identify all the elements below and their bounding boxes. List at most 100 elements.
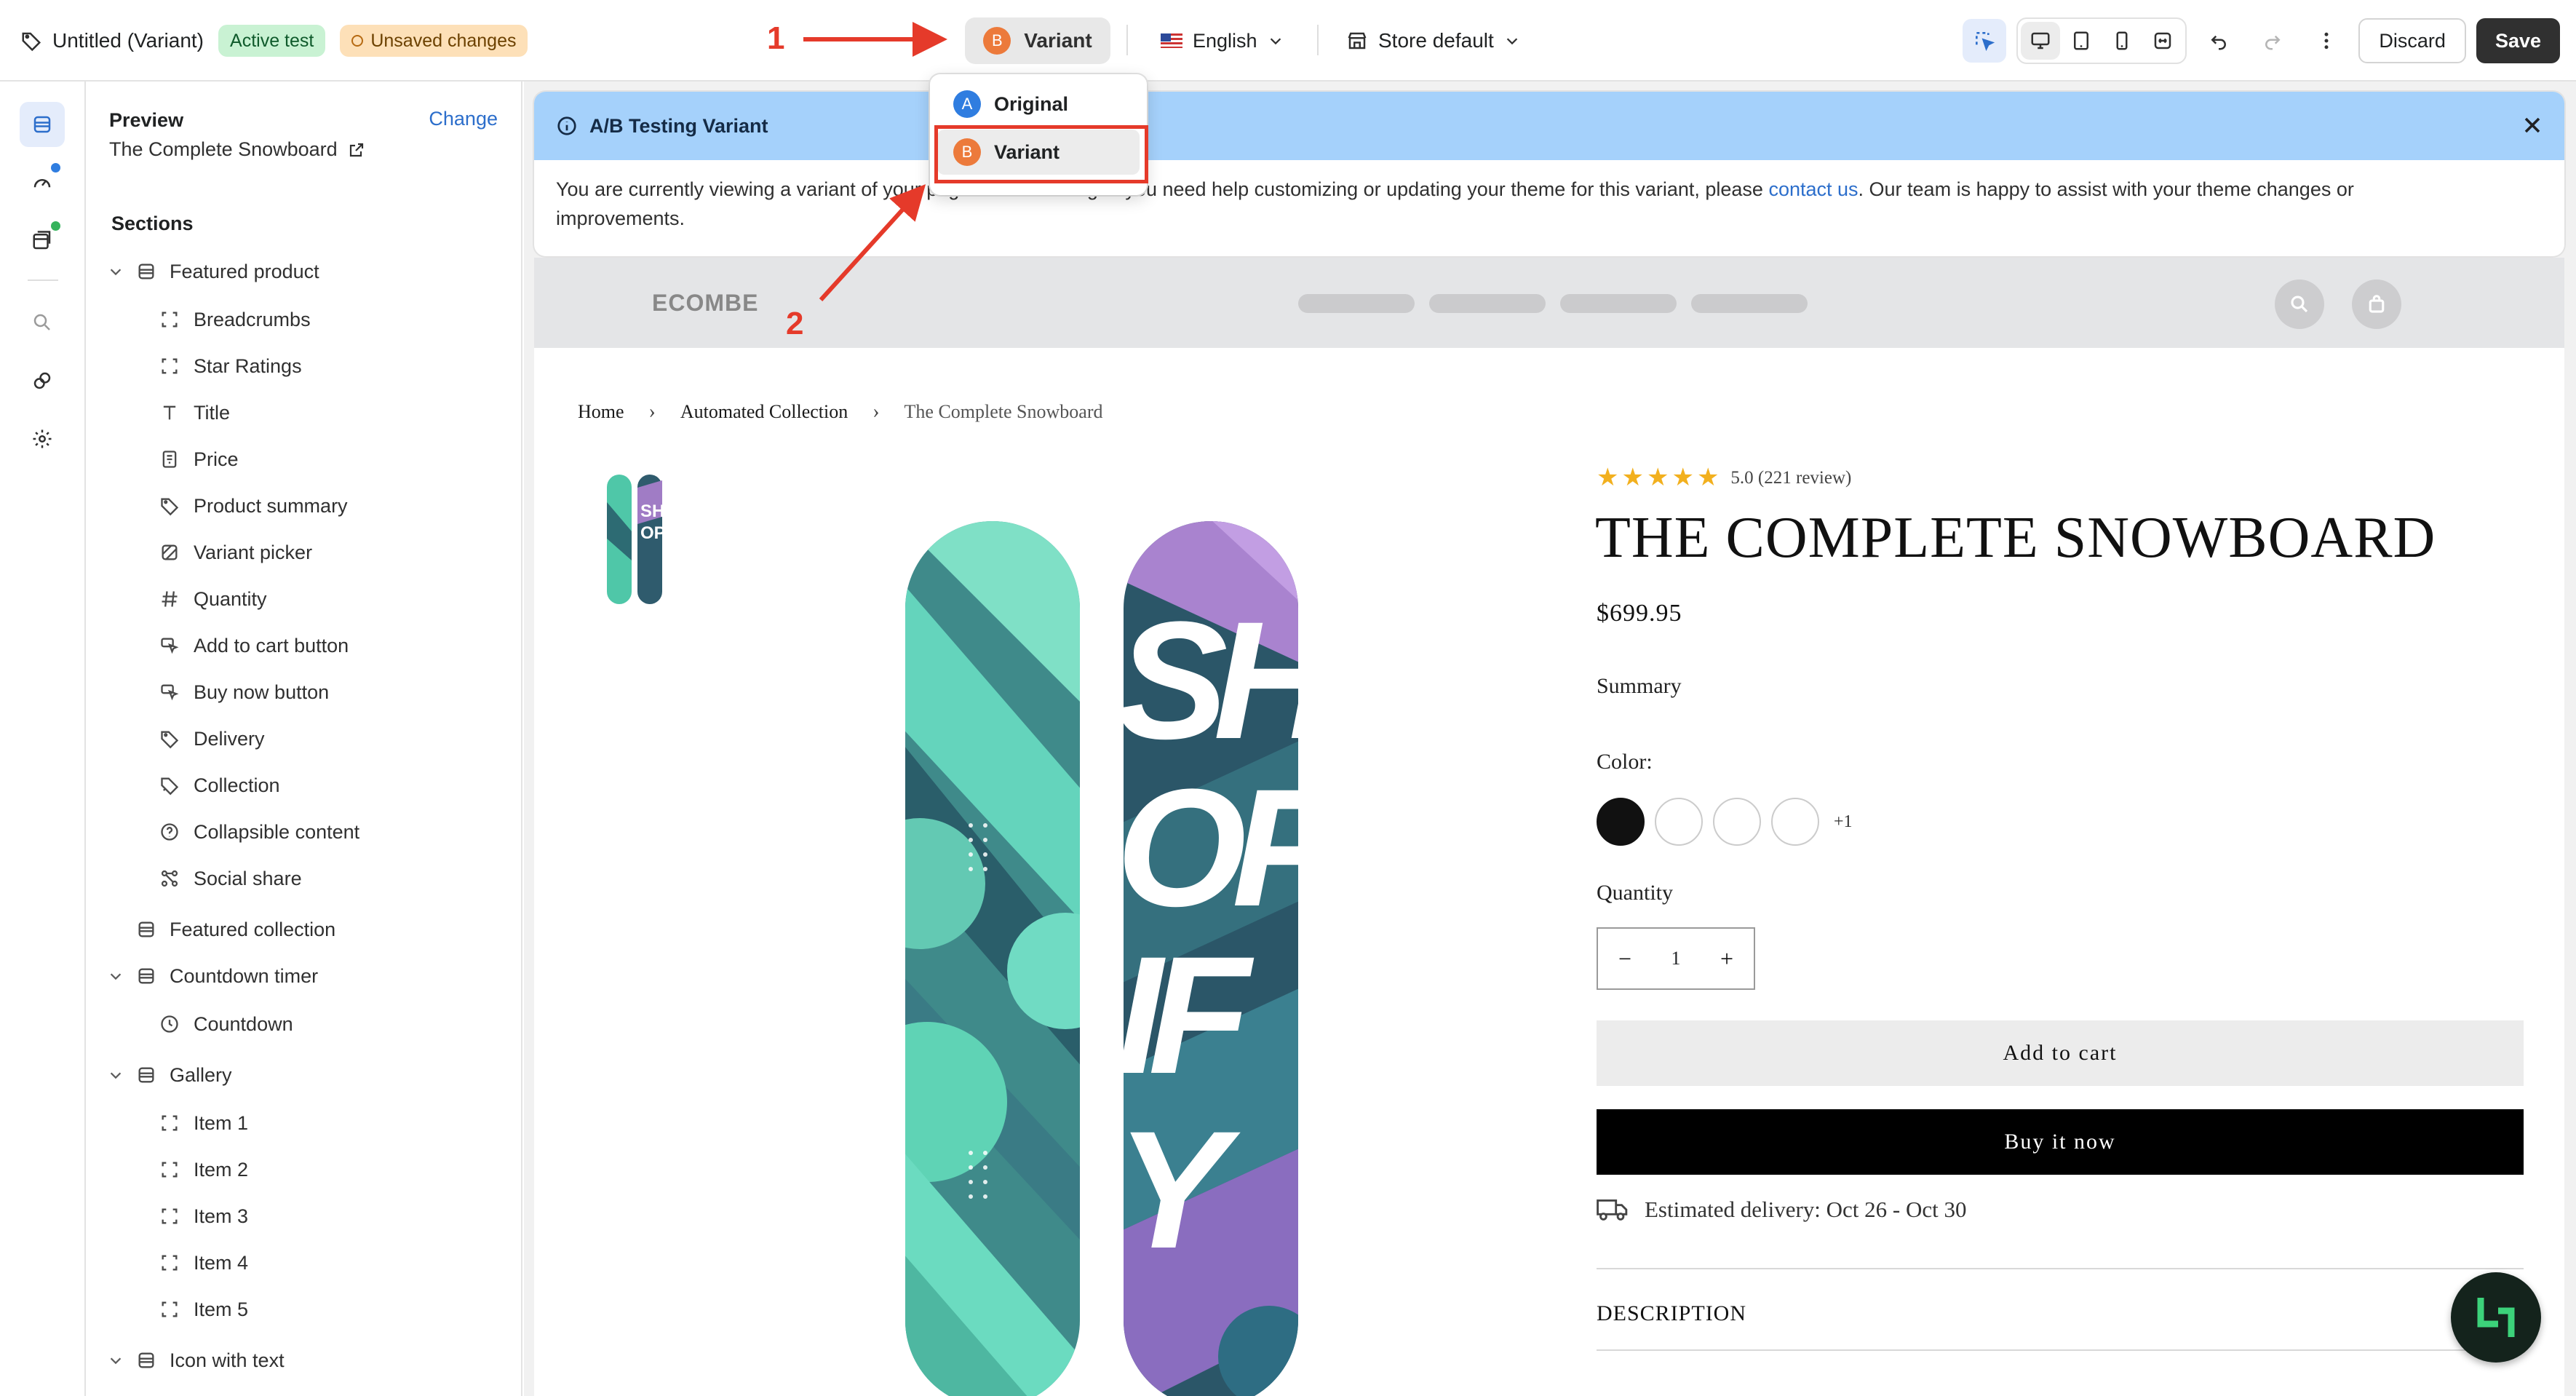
chevron-down-icon[interactable]: [108, 968, 124, 984]
preview-product-link[interactable]: The Complete Snowboard: [109, 138, 365, 161]
gauge-icon: [33, 179, 51, 188]
store-cart-button[interactable]: [2352, 279, 2401, 329]
app-logo-icon: [2477, 1298, 2515, 1337]
collection-icon: [159, 774, 180, 796]
section-tree-item[interactable]: Collapsible content: [86, 814, 521, 850]
store-logo[interactable]: ECOMBE: [652, 290, 758, 317]
buy-now-button[interactable]: Buy it now: [1597, 1109, 2524, 1175]
section-tree-item[interactable]: Gallery: [86, 1057, 521, 1093]
apps-nav-button[interactable]: [20, 358, 65, 403]
color-swatch-black[interactable]: [1597, 798, 1645, 846]
more-options-button[interactable]: [2305, 19, 2348, 63]
fit-width-icon: [2155, 32, 2171, 49]
section-tree-item[interactable]: Featured collection: [86, 911, 521, 948]
section-tree-item[interactable]: Item 2: [86, 1151, 521, 1188]
close-icon[interactable]: [2519, 112, 2545, 138]
section-tree-item[interactable]: Variant picker: [86, 534, 521, 571]
dropdown-item-original[interactable]: A Original: [937, 82, 1140, 127]
product-price: $699.95: [1597, 600, 1682, 627]
chevron-down-icon[interactable]: [108, 263, 124, 279]
star-rating[interactable]: ★ ★ ★ ★ ★ 5.0 (221 review): [1597, 466, 1851, 491]
save-button[interactable]: Save: [2476, 18, 2560, 63]
svg-text:IF: IF: [1116, 921, 1255, 1109]
desktop-view-button[interactable]: [2021, 22, 2061, 60]
discard-button[interactable]: Discard: [2358, 18, 2466, 63]
section-icon: [135, 965, 157, 987]
block-icon: [159, 1159, 180, 1181]
section-tree-item[interactable]: Item 5: [86, 1291, 521, 1328]
product-thumbnail[interactable]: SH OP: [605, 473, 665, 606]
minus-icon[interactable]: −: [1618, 945, 1631, 972]
chevron-down-icon[interactable]: [108, 1352, 124, 1368]
search-icon: [2291, 296, 2308, 313]
section-tree-item[interactable]: Social share: [86, 860, 521, 897]
store-header: ECOMBE: [534, 258, 2564, 348]
section-tree-item[interactable]: Countdown: [86, 1006, 521, 1042]
breadcrumb-home[interactable]: Home: [578, 401, 624, 423]
section-tree-item[interactable]: Item 3: [86, 1198, 521, 1234]
section-tree-item[interactable]: Item 4: [86, 1245, 521, 1281]
mobile-view-button[interactable]: [2102, 22, 2142, 60]
redo-button[interactable]: [2251, 19, 2294, 63]
cursor-icon: [159, 635, 180, 657]
section-tree-item[interactable]: Icon with text: [86, 1342, 521, 1379]
section-tree-item[interactable]: Collection: [86, 767, 521, 804]
section-tree-item[interactable]: Price: [86, 441, 521, 477]
status-ring-icon: [351, 35, 364, 47]
preview-label: Preview: [109, 109, 184, 131]
section-tree-label: Collection: [194, 774, 280, 796]
sections-nav-button[interactable]: [20, 102, 65, 147]
section-tree-item[interactable]: Buy now button: [86, 674, 521, 710]
settings-nav-button[interactable]: [20, 416, 65, 461]
add-to-cart-button[interactable]: Add to cart: [1597, 1020, 2524, 1086]
section-tree-item[interactable]: Star Ratings: [86, 348, 521, 384]
section-tree-label: Gallery: [170, 1063, 232, 1086]
color-swatch[interactable]: [1655, 798, 1703, 846]
chevron-down-icon[interactable]: [108, 1067, 124, 1083]
section-tree-item[interactable]: Item 1: [86, 1105, 521, 1141]
section-tree-label: Variant picker: [194, 541, 313, 563]
inspect-button[interactable]: [1963, 19, 2007, 63]
speed-nav-button[interactable]: [20, 160, 65, 205]
quantity-value[interactable]: 1: [1671, 948, 1681, 969]
unsaved-changes-badge: Unsaved changes: [340, 25, 528, 57]
page-title[interactable]: Untitled (Variant): [20, 29, 204, 52]
more-colors-count[interactable]: +1: [1834, 812, 1853, 832]
change-preview-link[interactable]: Change: [429, 108, 498, 130]
section-tree-item[interactable]: Add to cart button: [86, 627, 521, 664]
block-icon: [159, 1252, 180, 1274]
plus-icon[interactable]: +: [1720, 945, 1733, 972]
language-selector[interactable]: English: [1161, 22, 1284, 60]
preview-product-name: The Complete Snowboard: [109, 138, 338, 160]
question-icon: [159, 821, 180, 843]
tablet-icon: [2074, 31, 2089, 50]
section-tree-item[interactable]: Breadcrumbs: [86, 301, 521, 338]
section-tree-label: Price: [194, 448, 239, 470]
section-tree-item[interactable]: Quantity: [86, 581, 521, 617]
undo-button[interactable]: [2197, 19, 2241, 63]
store-search-button[interactable]: [2275, 279, 2324, 329]
fullscreen-view-button[interactable]: [2143, 22, 2182, 60]
color-swatch[interactable]: [1771, 798, 1819, 846]
section-tree-label: Item 1: [194, 1111, 249, 1134]
breadcrumb-collection[interactable]: Automated Collection: [680, 401, 848, 423]
svg-text:SH: SH: [1116, 587, 1305, 774]
section-tree-item[interactable]: Title: [86, 394, 521, 431]
section-tree-item[interactable]: Product summary: [86, 488, 521, 524]
section-tree-item[interactable]: Featured product: [86, 253, 521, 290]
section-tree-item[interactable]: Countdown timer: [86, 958, 521, 994]
variant-selector-button[interactable]: B Variant: [965, 17, 1110, 64]
contact-us-link[interactable]: contact us: [1768, 178, 1858, 200]
annotation-step-1: 1: [767, 20, 785, 56]
store-selector[interactable]: Store default: [1346, 22, 1520, 60]
description-accordion[interactable]: DESCRIPTION: [1597, 1301, 1746, 1326]
pages-nav-button[interactable]: [20, 218, 65, 263]
section-tree-item[interactable]: Delivery: [86, 721, 521, 757]
section-tree-label: Featured collection: [170, 918, 336, 940]
tablet-view-button[interactable]: [2062, 22, 2101, 60]
search-nav-button[interactable]: [20, 300, 65, 345]
variant-letter-badge: B: [983, 27, 1011, 55]
product-image[interactable]: SH OP IF Y: [898, 520, 1305, 1396]
color-swatch[interactable]: [1713, 798, 1761, 846]
app-launcher-button[interactable]: [2451, 1272, 2541, 1363]
